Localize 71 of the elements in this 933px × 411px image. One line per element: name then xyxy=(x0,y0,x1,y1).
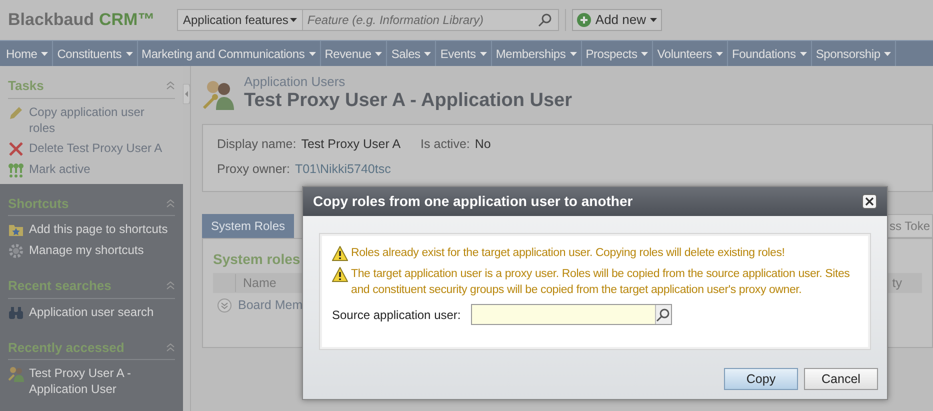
page-title: Test Proxy User A - Application User xyxy=(244,90,572,112)
sidebar-link[interactable]: Add this page to shortcuts xyxy=(29,221,168,238)
copy-button[interactable]: Copy xyxy=(724,368,798,390)
nav-menu-item[interactable]: Prospects xyxy=(582,41,654,66)
caret-icon xyxy=(480,52,487,56)
search-icon xyxy=(656,308,670,322)
caret-icon xyxy=(570,52,577,56)
plus-icon xyxy=(577,13,592,27)
warning-icon xyxy=(332,246,348,261)
sidebar-link[interactable]: Copy application user roles xyxy=(29,104,169,136)
nav-menu-item[interactable]: Revenue xyxy=(320,41,388,66)
pins-icon xyxy=(8,162,24,178)
brand-product: CRM™ xyxy=(98,9,155,32)
caret-icon xyxy=(641,52,648,56)
users-key-icon xyxy=(202,78,236,112)
collapse-icon[interactable] xyxy=(166,281,175,290)
sidebar-link[interactable]: Application user search xyxy=(29,304,154,320)
breadcrumb-link[interactable]: Application Users xyxy=(244,74,572,90)
collapse-icon[interactable] xyxy=(166,81,175,90)
dialog-title: Copy roles from one application user to another xyxy=(313,192,633,211)
settings-icon xyxy=(8,243,24,259)
warning-icon xyxy=(332,267,348,282)
sidebar-link[interactable]: Mark active xyxy=(29,160,90,178)
caret-icon xyxy=(800,52,807,56)
users-icon xyxy=(8,366,24,382)
field-value: Test Proxy User A xyxy=(301,136,401,153)
field-label: Proxy owner: xyxy=(217,160,290,178)
cancel-button[interactable]: Cancel xyxy=(804,368,878,390)
field-label: Source application user: xyxy=(332,306,461,324)
close-icon xyxy=(865,197,874,206)
pencil-icon xyxy=(8,104,24,120)
nav-menu-item[interactable]: Memberships xyxy=(492,41,582,66)
tab[interactable]: ss Toke xyxy=(886,214,933,238)
close-icon xyxy=(8,140,24,156)
caret-icon xyxy=(41,52,48,56)
sidebar-link[interactable]: Delete Test Proxy User A xyxy=(29,140,162,156)
folder-star-icon xyxy=(8,222,24,238)
caret-icon xyxy=(650,18,657,22)
collapse-handle-icon[interactable] xyxy=(183,84,190,104)
caret-icon xyxy=(884,52,892,56)
sidebar-link[interactable]: Manage my shortcuts xyxy=(29,242,144,259)
table-cell-text: Board Mem xyxy=(238,297,303,314)
add-new-button[interactable]: Add new xyxy=(572,9,662,31)
close-button[interactable] xyxy=(862,194,877,209)
section-title: Tasks xyxy=(8,77,44,95)
warning-message: The target application user is a proxy user. Roles will be copied from the source application user. Sites and constituent security groups will be copied from the target application user's proxy owner. xyxy=(351,267,851,298)
collapse-icon[interactable] xyxy=(166,342,175,352)
field-link[interactable]: T01\Nikki5740tsc xyxy=(294,160,391,178)
nav-menu-item[interactable]: Sales xyxy=(387,41,436,66)
warning-message: Roles already exist for the target application user. Copying roles will delete existing roles! xyxy=(351,246,785,261)
sidebar-link[interactable]: Test Proxy User A - Application User xyxy=(29,365,169,397)
brand-name: Blackbaud xyxy=(8,9,94,32)
caret-icon xyxy=(308,52,316,56)
caret-icon xyxy=(126,52,133,56)
section-heading: System roles xyxy=(213,251,300,267)
caret-icon xyxy=(375,52,382,56)
binoculars-icon xyxy=(8,304,24,320)
nav-menu-item[interactable]: Events xyxy=(436,41,492,66)
nav-menu-item[interactable]: Sponsorship xyxy=(812,41,896,66)
field-value: No xyxy=(474,136,491,153)
source-user-search-field[interactable] xyxy=(470,304,672,325)
field-label: Is active: xyxy=(420,136,470,153)
tab[interactable]: System Roles xyxy=(202,214,294,238)
caret-icon xyxy=(424,52,432,56)
collapse-icon[interactable] xyxy=(166,198,175,208)
caret-icon xyxy=(716,52,723,56)
field-label: Display name: xyxy=(217,136,296,153)
nav-menu-item[interactable]: Foundations xyxy=(728,41,812,66)
expand-icon[interactable] xyxy=(217,298,232,313)
column-header: Name xyxy=(235,274,276,292)
nav-menu-item[interactable]: Volunteers xyxy=(653,41,728,66)
